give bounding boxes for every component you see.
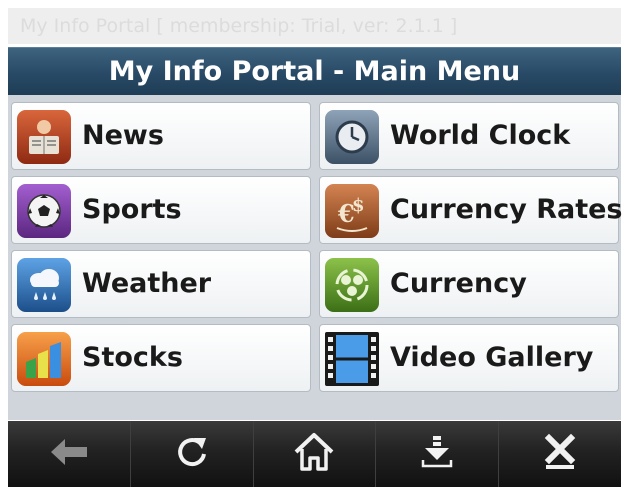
menu-item-label: Sports	[82, 194, 182, 225]
bottom-toolbar	[8, 421, 621, 487]
menu-item-label: Currency	[390, 268, 527, 299]
menu-item-label: Weather	[82, 268, 212, 299]
menu-item-label: Stocks	[82, 342, 183, 373]
menu-item-currency-rates[interactable]: € $ Currency Rates	[319, 176, 623, 244]
menu-item-news[interactable]: News	[11, 102, 311, 170]
download-icon	[417, 432, 457, 476]
page-title: My Info Portal - Main Menu	[8, 47, 621, 95]
menu-item-label: News	[82, 120, 164, 151]
menu-item-currency[interactable]: Currency	[319, 250, 619, 318]
menu-item-video-gallery[interactable]: Video Gallery	[319, 324, 619, 392]
close-button[interactable]	[499, 421, 621, 487]
window-title: My Info Portal [ membership: Trial, ver:…	[8, 8, 621, 44]
menu-item-sports[interactable]: Sports	[11, 176, 311, 244]
home-icon	[292, 431, 336, 477]
home-button[interactable]	[254, 421, 377, 487]
arrow-left-icon	[47, 436, 91, 472]
close-icon	[542, 432, 578, 476]
download-button[interactable]	[376, 421, 500, 487]
menu-item-label: Video Gallery	[390, 342, 594, 373]
menu-item-label: World Clock	[390, 120, 571, 151]
film-strip-icon	[325, 332, 379, 386]
menu-item-label: Currency Rates	[390, 194, 623, 225]
menu-item-world-clock[interactable]: World Clock	[319, 102, 619, 170]
refresh-icon	[172, 432, 212, 476]
rain-cloud-icon	[17, 258, 71, 312]
currency-cycle-icon	[325, 258, 379, 312]
bar-chart-icon	[17, 332, 71, 386]
newspaper-reader-icon	[17, 110, 71, 164]
main-menu-grid: News World Clock Sports € $ Currency Rat…	[8, 95, 623, 420]
soccer-ball-icon	[17, 184, 71, 238]
refresh-button[interactable]	[131, 421, 254, 487]
menu-item-weather[interactable]: Weather	[11, 250, 311, 318]
svg-text:$: $	[352, 195, 365, 216]
currency-exchange-icon: € $	[325, 184, 379, 238]
menu-item-stocks[interactable]: Stocks	[11, 324, 311, 392]
back-button[interactable]	[8, 421, 131, 487]
clock-icon	[325, 110, 379, 164]
